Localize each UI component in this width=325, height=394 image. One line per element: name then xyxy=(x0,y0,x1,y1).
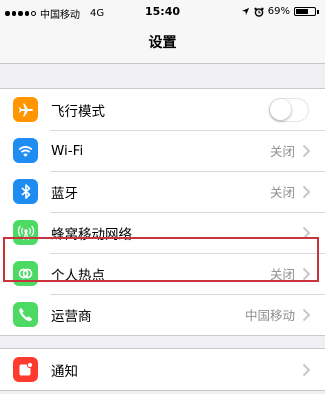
settings-group-notifications: 通知 xyxy=(0,348,325,391)
carrier-value: 中国移动 xyxy=(244,308,295,323)
settings-group-connectivity: 飞行模式 Wi-Fi 关闭 蓝牙 关闭 蜂窝移动网络 个人热点 关闭 运营商 中… xyxy=(0,88,325,336)
settings-row-wifi[interactable]: Wi-Fi 关闭 xyxy=(0,129,325,171)
page-title: 设置 xyxy=(148,35,177,51)
airplane-mode-label: 飞行模式 xyxy=(51,103,105,120)
bluetooth-label: 蓝牙 xyxy=(51,185,78,202)
carrier-label: 运营商 xyxy=(51,308,92,325)
chevron-right-icon xyxy=(302,185,311,198)
settings-row-bluetooth[interactable]: 蓝牙 关闭 xyxy=(0,170,325,212)
personal-hotspot-icon xyxy=(13,261,38,286)
alarm-clock-icon xyxy=(254,7,264,17)
status-right: 69% xyxy=(241,6,319,17)
wifi-label: Wi-Fi xyxy=(51,142,84,159)
cellular-antenna-icon xyxy=(13,220,38,245)
personal-hotspot-label: 个人热点 xyxy=(51,267,105,284)
toggle-knob xyxy=(270,98,291,120)
notifications-label: 通知 xyxy=(51,363,78,380)
bluetooth-status: 关闭 xyxy=(269,185,295,200)
wifi-icon xyxy=(13,138,38,163)
airplane-icon xyxy=(13,97,38,122)
chevron-right-icon xyxy=(302,226,311,239)
settings-row-carrier[interactable]: 运营商 中国移动 xyxy=(0,293,325,335)
settings-row-cellular[interactable]: 蜂窝移动网络 xyxy=(0,211,325,253)
bluetooth-icon xyxy=(13,179,38,204)
wifi-status: 关闭 xyxy=(269,144,295,159)
settings-row-notifications[interactable]: 通知 xyxy=(0,349,325,390)
notifications-icon xyxy=(13,357,38,382)
settings-row-airplane-mode[interactable]: 飞行模式 xyxy=(0,89,325,130)
settings-row-personal-hotspot[interactable]: 个人热点 关闭 xyxy=(0,252,325,294)
battery-percent: 69% xyxy=(267,6,290,17)
phone-icon xyxy=(13,302,38,327)
battery-icon xyxy=(294,7,316,16)
status-bar: 中国移动 4G 15:40 69% xyxy=(0,0,325,24)
location-arrow-icon xyxy=(241,7,249,16)
navigation-bar: 设置 xyxy=(0,24,325,64)
cellular-label: 蜂窝移动网络 xyxy=(51,226,132,243)
airplane-mode-toggle[interactable] xyxy=(269,97,309,122)
chevron-right-icon xyxy=(302,267,311,280)
chevron-right-icon xyxy=(302,144,311,157)
personal-hotspot-status: 关闭 xyxy=(269,267,295,282)
battery-tip xyxy=(317,9,319,14)
chevron-right-icon xyxy=(302,363,311,376)
chevron-right-icon xyxy=(302,308,311,321)
